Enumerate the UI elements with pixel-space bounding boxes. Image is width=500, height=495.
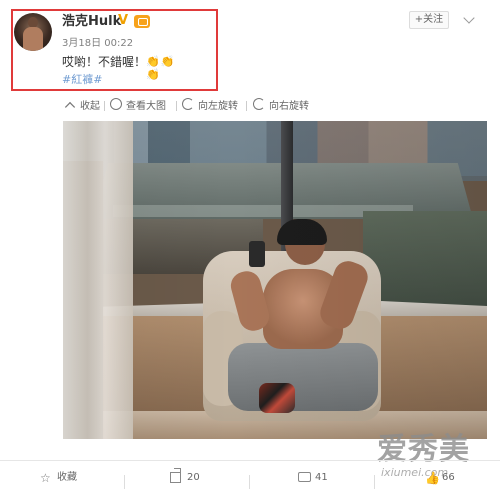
- post-photo[interactable]: [63, 121, 487, 439]
- vip-badge-icon: [134, 15, 150, 28]
- share-icon-arrow: [174, 468, 181, 475]
- clap-emoji-icon: 👏👏👏: [146, 55, 176, 81]
- action-divider: [124, 475, 125, 489]
- rotate-left-label: 向左旋转: [198, 101, 238, 112]
- comment-count: 41: [315, 472, 328, 483]
- hashtag-link[interactable]: #紅褲#: [62, 73, 102, 87]
- action-divider: [374, 475, 375, 489]
- comment-button[interactable]: 41: [298, 469, 328, 487]
- post-timestamp[interactable]: 3月18日 00:22: [62, 38, 133, 50]
- avatar[interactable]: [14, 13, 52, 51]
- image-toolbar: 收起 查看大图 向左旋转 向右旋转: [0, 95, 500, 117]
- photo-shade: [63, 121, 487, 439]
- comment-icon: [298, 470, 311, 482]
- favorite-label: 收藏: [57, 472, 77, 483]
- toolbar-divider: [176, 101, 177, 111]
- post-header: 浩克Hulk V 3月18日 00:22 哎喲！不錯喔！ 👏👏👏 #紅褲# +关…: [0, 0, 500, 95]
- collapse-icon: [64, 101, 76, 113]
- collapse-button[interactable]: 收起: [64, 98, 100, 114]
- avatar-torso: [23, 27, 43, 51]
- rotate-left-icon: [182, 98, 194, 110]
- like-button[interactable]: 👍 66: [425, 469, 455, 487]
- verified-badge-icon: V: [118, 13, 129, 28]
- rotate-right-icon: [253, 98, 265, 110]
- like-count: 66: [442, 472, 455, 483]
- view-large-label: 查看大图: [126, 101, 166, 112]
- post-text: 哎喲！不錯喔！: [62, 55, 147, 69]
- follow-button[interactable]: +关注: [409, 11, 449, 29]
- search-icon: [110, 98, 122, 110]
- like-icon: 👍: [425, 471, 440, 485]
- rotate-right-button[interactable]: 向右旋转: [253, 98, 309, 114]
- toolbar-divider: [104, 101, 105, 111]
- comment-icon-box: [298, 472, 311, 482]
- chevron-down-icon[interactable]: [463, 12, 475, 24]
- star-icon: ☆: [40, 471, 51, 485]
- view-large-button[interactable]: 查看大图: [110, 98, 166, 114]
- rotate-right-label: 向右旋转: [269, 101, 309, 112]
- favorite-button[interactable]: ☆ 收藏: [40, 469, 77, 487]
- share-button[interactable]: 20: [170, 468, 200, 487]
- collapse-label: 收起: [80, 101, 100, 112]
- share-count: 20: [187, 472, 200, 483]
- share-icon: [170, 468, 182, 483]
- action-bar: ☆ 收藏 20 41 👍 66: [0, 461, 500, 495]
- username-link[interactable]: 浩克Hulk: [62, 14, 121, 30]
- rotate-left-button[interactable]: 向左旋转: [182, 98, 238, 114]
- toolbar-divider: [246, 101, 247, 111]
- action-divider: [249, 475, 250, 489]
